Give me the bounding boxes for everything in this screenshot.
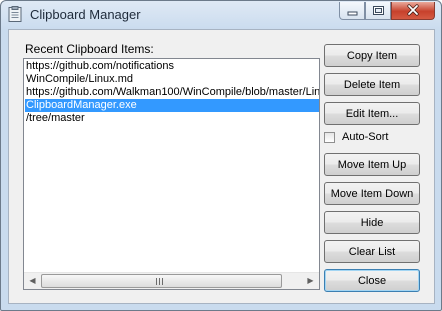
move-item-down-button[interactable]: Move Item Down bbox=[324, 182, 420, 205]
main-window: Clipboard Manager Recent Clipboard Items… bbox=[0, 0, 442, 311]
list-item[interactable]: /tree/master bbox=[25, 112, 319, 125]
maximize-button[interactable] bbox=[365, 2, 391, 20]
list-item[interactable]: https://github.com/notifications bbox=[25, 60, 319, 73]
window-title: Clipboard Manager bbox=[30, 7, 141, 22]
list-item-selected[interactable]: ClipboardManager.exe bbox=[25, 99, 319, 112]
auto-sort-label: Auto-Sort bbox=[342, 131, 389, 143]
scroll-right-icon: ▶ bbox=[307, 276, 314, 285]
minimize-icon bbox=[347, 11, 358, 16]
clipboard-app-icon bbox=[8, 6, 22, 22]
clear-list-button[interactable]: Clear List bbox=[324, 240, 420, 263]
auto-sort-option[interactable]: Auto-Sort bbox=[324, 130, 388, 144]
scroll-thumb[interactable] bbox=[41, 274, 282, 288]
list-caption: Recent Clipboard Items: bbox=[25, 42, 154, 56]
delete-item-button[interactable]: Delete Item bbox=[324, 73, 420, 96]
maximize-icon bbox=[373, 6, 384, 15]
minimize-button[interactable] bbox=[339, 2, 365, 20]
list-item[interactable]: WinCompile/Linux.md bbox=[25, 73, 319, 86]
close-button[interactable]: Close bbox=[324, 269, 420, 292]
hide-button[interactable]: Hide bbox=[324, 211, 420, 234]
client-area: Recent Clipboard Items: https://github.c… bbox=[8, 29, 435, 304]
clipboard-items-list[interactable]: https://github.com/notifications WinComp… bbox=[23, 58, 320, 290]
scroll-left-button[interactable]: ◀ bbox=[24, 273, 41, 289]
caption-buttons bbox=[339, 2, 435, 21]
copy-item-button[interactable]: Copy Item bbox=[324, 44, 420, 67]
grip-icon bbox=[156, 278, 165, 285]
close-icon bbox=[407, 4, 419, 16]
horizontal-scrollbar[interactable]: ◀ ▶ bbox=[24, 272, 319, 289]
scroll-left-icon: ◀ bbox=[29, 276, 36, 285]
scroll-right-button[interactable]: ▶ bbox=[302, 273, 319, 289]
list-item[interactable]: https://github.com/Walkman100/WinCompile… bbox=[25, 86, 319, 99]
edit-item-button[interactable]: Edit Item... bbox=[324, 102, 420, 125]
move-item-up-button[interactable]: Move Item Up bbox=[324, 153, 420, 176]
auto-sort-checkbox[interactable] bbox=[324, 131, 335, 143]
close-window-button[interactable] bbox=[391, 2, 435, 20]
title-bar[interactable]: Clipboard Manager bbox=[1, 1, 441, 29]
